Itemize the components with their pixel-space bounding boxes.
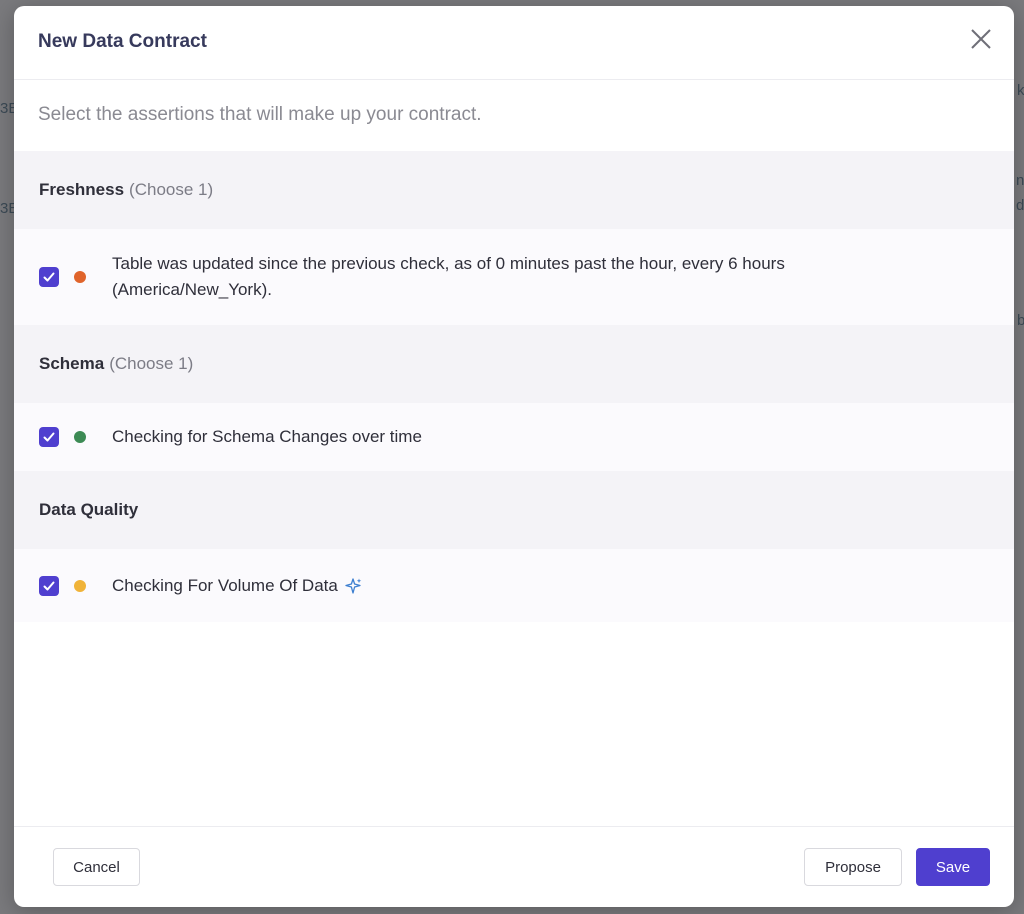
assertion-sections: Freshness (Choose 1) Table was updated s… (14, 151, 1014, 622)
assertion-checkbox[interactable] (39, 267, 59, 287)
background-fragment: d (1016, 197, 1024, 214)
sparkle-icon (345, 577, 363, 595)
section-header-data-quality: Data Quality (14, 471, 1014, 549)
checkmark-icon (43, 432, 55, 442)
status-dot-icon (74, 271, 86, 283)
assertion-row-freshness[interactable]: Table was updated since the previous che… (14, 229, 1014, 325)
modal-subtitle: Select the assertions that will make up … (38, 104, 482, 125)
background-fragment: k (1017, 82, 1024, 99)
assertion-checkbox[interactable] (39, 575, 59, 596)
close-icon (971, 29, 991, 49)
checkmark-icon (43, 272, 55, 282)
modal-footer: Cancel Propose Save (14, 826, 1014, 907)
cancel-button[interactable]: Cancel (53, 848, 140, 886)
assertion-text: Checking For Volume Of Data (112, 575, 338, 595)
section-hint: (Choose 1) (129, 180, 214, 199)
checkmark-icon (43, 581, 55, 590)
background-fragment: n (1016, 172, 1024, 189)
modal-header: New Data Contract (14, 6, 1014, 80)
close-button[interactable] (968, 26, 994, 52)
assertion-checkbox[interactable] (39, 427, 59, 447)
section-header-freshness: Freshness (Choose 1) (14, 151, 1014, 229)
status-dot-icon (74, 431, 86, 443)
new-data-contract-modal: New Data Contract Select the assertions … (14, 6, 1014, 907)
propose-button[interactable]: Propose (804, 848, 902, 886)
background-fragment: b (1017, 312, 1024, 329)
save-button[interactable]: Save (916, 848, 990, 886)
assertion-row-volume[interactable]: Checking For Volume Of Data (14, 549, 1014, 622)
section-name: Data Quality (39, 500, 139, 519)
section-hint: (Choose 1) (109, 354, 194, 373)
section-name: Freshness (39, 180, 125, 199)
assertion-text: Table was updated since the previous che… (112, 254, 785, 299)
assertion-text: Checking for Schema Changes over time (112, 427, 422, 446)
section-header-schema: Schema (Choose 1) (14, 325, 1014, 403)
modal-title: New Data Contract (38, 31, 207, 52)
status-dot-icon (74, 579, 86, 592)
section-name: Schema (39, 354, 105, 373)
assertion-row-schema[interactable]: Checking for Schema Changes over time (14, 403, 1014, 471)
